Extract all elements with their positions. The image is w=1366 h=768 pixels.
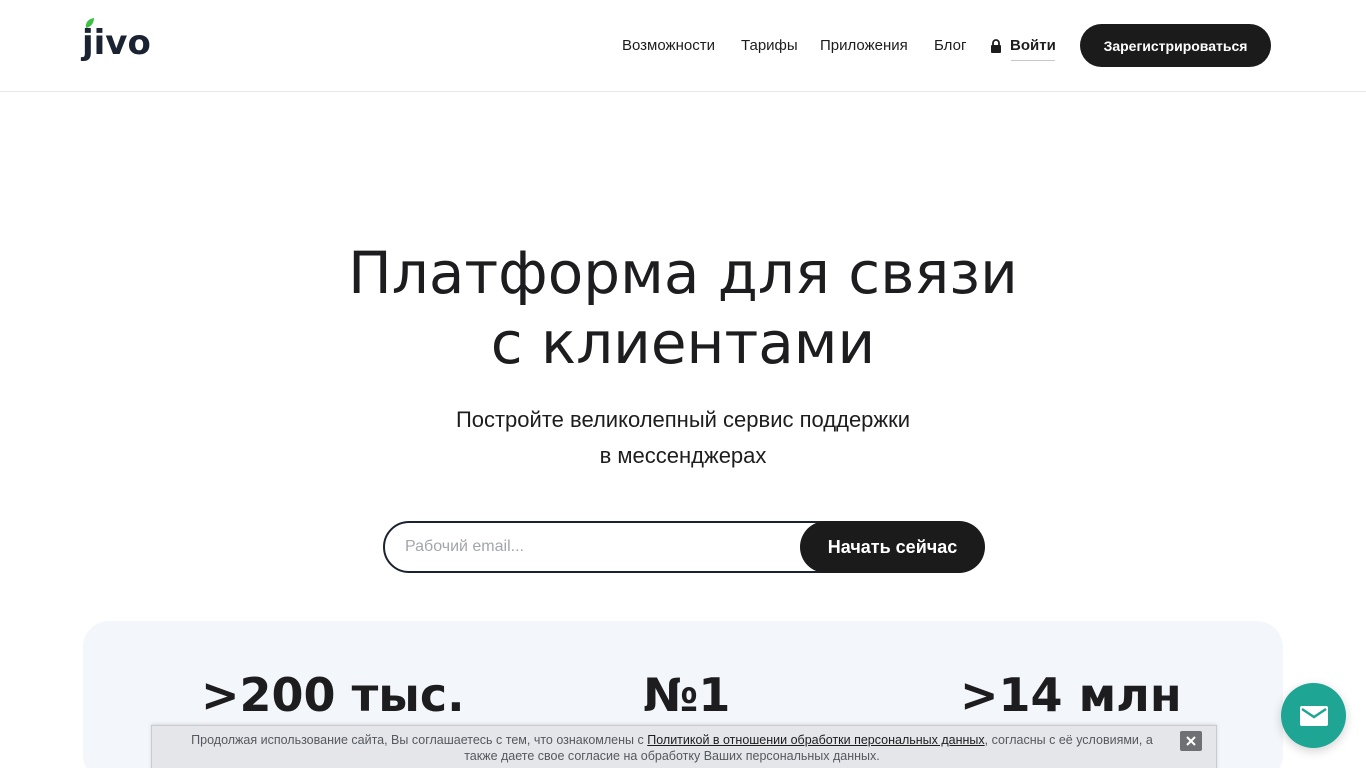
site-header: jivo Возможности Тарифы Приложения Блог … — [0, 0, 1366, 92]
nav-item-features[interactable]: Возможности — [622, 36, 715, 56]
stat-chats: >14 млн — [960, 668, 1182, 722]
logo-wordmark: jivo — [82, 23, 151, 63]
hero-title: Платформа для связи с клиентами — [283, 238, 1083, 378]
hero-title-line1: Платформа для связи — [348, 239, 1018, 307]
close-icon[interactable] — [1180, 731, 1202, 751]
login-underline — [1011, 60, 1055, 61]
signup-form: Начать сейчас — [383, 521, 985, 573]
close-glyph — [1186, 736, 1196, 746]
nav-item-blog[interactable]: Блог — [934, 36, 966, 56]
hero-subtitle: Постройте великолепный сервис поддержки … — [383, 402, 983, 474]
email-input[interactable] — [405, 535, 785, 559]
nav-item-apps[interactable]: Приложения — [820, 36, 908, 56]
start-now-button[interactable]: Начать сейчас — [800, 521, 985, 573]
hero-subtitle-line1: Постройте великолепный сервис поддержки — [455, 407, 911, 432]
stat-clients: >200 тыс. — [201, 668, 465, 722]
login-link[interactable]: Войти — [990, 36, 1056, 61]
chat-widget-button[interactable] — [1281, 683, 1346, 748]
hero-title-line2: с клиентами — [490, 309, 876, 377]
register-button[interactable]: Зарегистрироваться — [1080, 24, 1271, 67]
cookie-banner: Продолжая использование сайта, Вы соглаш… — [151, 725, 1217, 768]
hero-subtitle-line2: в мессенджерах — [599, 443, 767, 468]
mail-icon — [1299, 705, 1328, 726]
cookie-text: Продолжая использование сайта, Вы соглаш… — [182, 732, 1162, 764]
lock-icon — [991, 39, 1001, 53]
cookie-text-before: Продолжая использование сайта, Вы соглаш… — [191, 733, 648, 747]
privacy-policy-link[interactable]: Политикой в отношении обработки персонал… — [647, 733, 984, 747]
nav-item-pricing[interactable]: Тарифы — [741, 36, 798, 56]
jivo-logo[interactable]: jivo — [82, 17, 156, 69]
login-label: Войти — [1010, 37, 1056, 54]
stat-rank: №1 — [643, 668, 731, 722]
